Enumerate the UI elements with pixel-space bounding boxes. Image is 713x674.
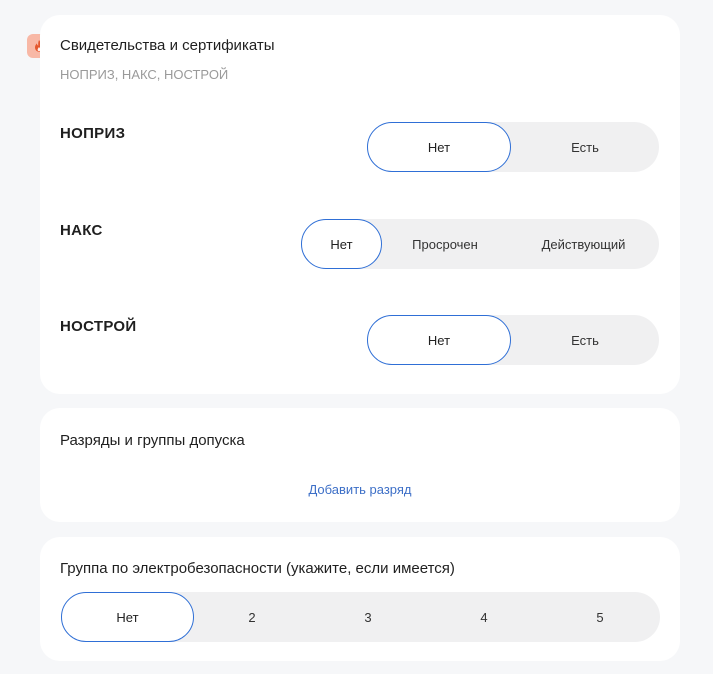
electrical-group-segmented-control: Нет 2 3 4 5 [61, 592, 660, 642]
electrical-option-2[interactable]: 2 [194, 592, 310, 642]
electrical-option-5[interactable]: 5 [542, 592, 658, 642]
naks-option-expired[interactable]: Просрочен [382, 219, 508, 269]
nopriz-label: НОПРИЗ [60, 125, 126, 142]
certificates-subtitle: НОПРИЗ, НАКС, НОСТРОЙ [60, 67, 229, 82]
nostroy-option-yes[interactable]: Есть [511, 315, 659, 365]
electrical-option-4[interactable]: 4 [426, 592, 542, 642]
grades-title: Разряды и группы допуска [60, 432, 245, 449]
nopriz-option-no[interactable]: Нет [367, 122, 511, 172]
electrical-option-3[interactable]: 3 [310, 592, 426, 642]
nostroy-label: НОСТРОЙ [60, 318, 137, 335]
nopriz-segmented-control: Нет Есть [367, 122, 659, 172]
naks-segmented-control: Нет Просрочен Действующий [301, 219, 659, 269]
naks-label: НАКС [60, 222, 103, 239]
nopriz-option-yes[interactable]: Есть [511, 122, 659, 172]
certificates-title: Свидетельства и сертификаты [60, 37, 275, 54]
grades-card: Разряды и группы допуска Добавить разряд [40, 408, 680, 522]
nostroy-segmented-control: Нет Есть [367, 315, 659, 365]
naks-option-no[interactable]: Нет [301, 219, 382, 269]
naks-option-valid[interactable]: Действующий [508, 219, 659, 269]
nostroy-option-no[interactable]: Нет [367, 315, 511, 365]
certificates-card: Свидетельства и сертификаты НОПРИЗ, НАКС… [40, 15, 680, 394]
electrical-safety-title: Группа по электробезопасности (укажите, … [60, 560, 455, 577]
electrical-safety-card: Группа по электробезопасности (укажите, … [40, 537, 680, 661]
electrical-option-none[interactable]: Нет [61, 592, 194, 642]
add-grade-link[interactable]: Добавить разряд [40, 482, 680, 497]
